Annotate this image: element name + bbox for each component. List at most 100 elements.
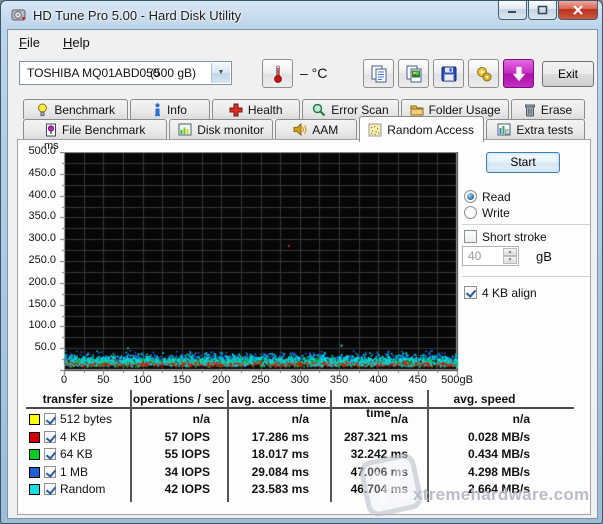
short-stroke-spinner[interactable]: 40 ▲ ▼ [462,246,519,266]
read-label[interactable]: Read [482,190,511,204]
tab-label: Error Scan [331,103,388,117]
random-access-page: ms 500.0450.0400.0350.0300.0250.0200.015… [17,139,591,515]
spinner-up-button[interactable]: ▲ [503,248,517,256]
drive-selector[interactable]: TOSHIBA MQ01ABD050 (500 gB) ▼ [19,61,232,85]
exit-button[interactable]: Exit [542,61,594,87]
series-color-swatch [29,432,40,443]
tab-label: Health [248,103,283,117]
series-checkbox[interactable] [44,448,56,460]
tab-label: Info [167,103,187,117]
app-window: HD Tune Pro 5.00 - Hard Disk Utility Fil… [0,0,603,524]
series-checkbox[interactable] [44,413,56,425]
y-axis-tick-label: 150.0 [18,298,56,310]
max-access-value: 47.006 ms [318,465,408,479]
transfer-size-label: 512 bytes [60,412,130,426]
temperature-button[interactable] [262,59,293,88]
y-axis-tick-label: 350.0 [18,210,56,222]
series-checkbox[interactable] [44,483,56,495]
table-row-64kb: 64 KB 55 IOPS 18.017 ms 32.242 ms 0.434 … [18,447,590,462]
info-icon [153,103,162,117]
copy-text-button[interactable] [363,59,394,88]
col-header-operations: operations / sec [130,392,227,406]
max-access-value: 46.704 ms [318,482,408,496]
series-color-swatch [29,414,40,425]
download-icon [511,66,527,82]
tab-disk-monitor[interactable]: Disk monitor [169,119,272,139]
table-row-1mb: 1 MB 34 IOPS 29.084 ms 47.006 ms 4.298 M… [18,465,590,480]
download-button[interactable] [503,59,534,88]
tab-benchmark[interactable]: Benchmark [23,99,128,119]
table-row-random: Random 42 IOPS 23.583 ms 46.704 ms 2.664… [18,482,590,497]
tab-label: Disk monitor [197,123,264,137]
y-axis-tick-label: 200.0 [18,276,56,288]
tab-random-access[interactable]: Random Access [359,116,484,142]
max-access-value: 32.242 ms [318,447,408,461]
save-button[interactable] [433,59,464,88]
ops-value: n/a [134,412,210,426]
max-access-value: 287.321 ms [318,430,408,444]
menu-file[interactable]: File [13,33,46,52]
tab-file-benchmark[interactable]: File Benchmark [23,119,167,139]
tab-health[interactable]: Health [212,99,300,119]
health-icon [229,103,243,117]
avg-speed-value: 0.434 MB/s [438,447,530,461]
max-access-value: n/a [318,412,408,426]
menu-help[interactable]: Help [57,33,96,52]
short-stroke-checkbox[interactable] [464,230,477,243]
copy-image-button[interactable] [398,59,429,88]
maximize-button[interactable] [528,1,557,20]
series-color-swatch [29,467,40,478]
aam-icon [293,123,307,136]
avg-access-value: 29.084 ms [223,465,309,479]
title-bar[interactable]: HD Tune Pro 5.00 - Hard Disk Utility [1,1,602,29]
tab-extra-tests[interactable]: Extra tests [486,119,585,139]
avg-speed-value: 0.028 MB/s [438,430,530,444]
series-color-swatch [29,449,40,460]
write-label[interactable]: Write [482,206,510,220]
save-icon [440,65,458,83]
copy-image-icon [404,64,424,84]
start-button[interactable]: Start [486,152,560,173]
avg-access-value: n/a [223,412,309,426]
tab-erase[interactable]: Erase [511,99,585,119]
benchmark-icon [36,103,49,117]
tab-aam[interactable]: AAM [275,119,357,139]
series-checkbox[interactable] [44,431,56,443]
y-axis-tick-label: 450.0 [18,167,56,179]
align-checkbox[interactable] [464,286,477,299]
align-label[interactable]: 4 KB align [482,286,537,300]
close-button[interactable] [558,1,598,20]
tab-label: Folder Usage [429,103,501,117]
col-header-avg-access: avg. access time [227,392,330,406]
y-axis-tick-label: 300.0 [18,232,56,244]
tab-row-2: File Benchmark Disk monitor AAM Random A… [23,119,585,139]
avg-access-value: 23.583 ms [223,482,309,496]
minimize-button[interactable] [498,1,527,20]
read-radio[interactable] [464,190,477,203]
transfer-size-label: 4 KB [60,430,130,444]
erase-icon [524,103,536,117]
y-axis-tick-label: 50.0 [18,341,56,353]
avg-access-value: 18.017 ms [223,447,309,461]
avg-speed-value: 4.298 MB/s [438,465,530,479]
avg-speed-value: 2.664 MB/s [438,482,530,496]
table-row-512-bytes: 512 bytes n/a n/a n/a n/a [18,412,590,427]
y-axis-tick-label: 100.0 [18,319,56,331]
drive-capacity: (500 gB) [150,66,196,80]
avg-speed-value: n/a [438,412,530,426]
y-axis-tick-label: 400.0 [18,189,56,201]
transfer-size-label: 1 MB [60,465,130,479]
divider [462,276,590,278]
short-stroke-label[interactable]: Short stroke [482,230,547,244]
write-radio[interactable] [464,206,477,219]
ops-value: 42 IOPS [134,482,210,496]
combo-arrow-icon[interactable]: ▼ [211,63,230,83]
tab-info[interactable]: Info [130,99,209,119]
series-checkbox[interactable] [44,466,56,478]
spinner-value: 40 [468,249,481,263]
transfer-size-label: Random [60,482,130,496]
tab-label: AAM [312,123,338,137]
spinner-down-button[interactable]: ▼ [503,256,517,264]
col-header-avg-speed: avg. speed [427,392,542,406]
options-button[interactable] [468,59,499,88]
